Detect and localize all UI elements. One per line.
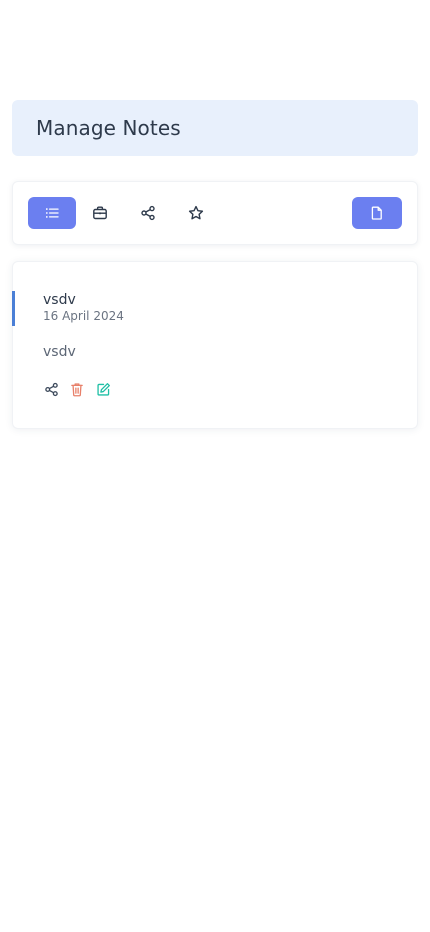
- all-notes-tab[interactable]: [28, 197, 76, 229]
- briefcase-icon: [92, 205, 108, 221]
- page-title: Manage Notes: [36, 116, 181, 140]
- add-note-button[interactable]: [352, 197, 402, 229]
- shared-notes-tab[interactable]: [124, 197, 172, 229]
- share-note-button[interactable]: [43, 382, 59, 401]
- share-icon: [140, 205, 156, 221]
- page-header: Manage Notes: [12, 100, 418, 156]
- note-title: vsdv: [43, 292, 76, 308]
- list-icon: [45, 206, 59, 220]
- star-icon: [188, 205, 204, 221]
- share-icon: [44, 382, 59, 401]
- business-notes-tab[interactable]: [76, 197, 124, 229]
- notes-toolbar: [12, 181, 418, 245]
- note-card[interactable]: vsdv 16 April 2024 vsdv: [12, 261, 418, 429]
- note-accent-bar: [12, 291, 15, 326]
- trash-icon: [70, 382, 84, 401]
- note-body: vsdv: [43, 344, 76, 360]
- edit-icon: [96, 382, 111, 401]
- starred-notes-tab[interactable]: [172, 197, 220, 229]
- note-date: 16 April 2024: [43, 309, 124, 323]
- file-icon: [370, 206, 384, 220]
- manage-notes-page: Manage Notes vsdv 16 April 2024 vsdv: [0, 0, 430, 932]
- delete-note-button[interactable]: [69, 382, 85, 401]
- note-actions: [43, 382, 111, 401]
- edit-note-button[interactable]: [95, 382, 111, 401]
